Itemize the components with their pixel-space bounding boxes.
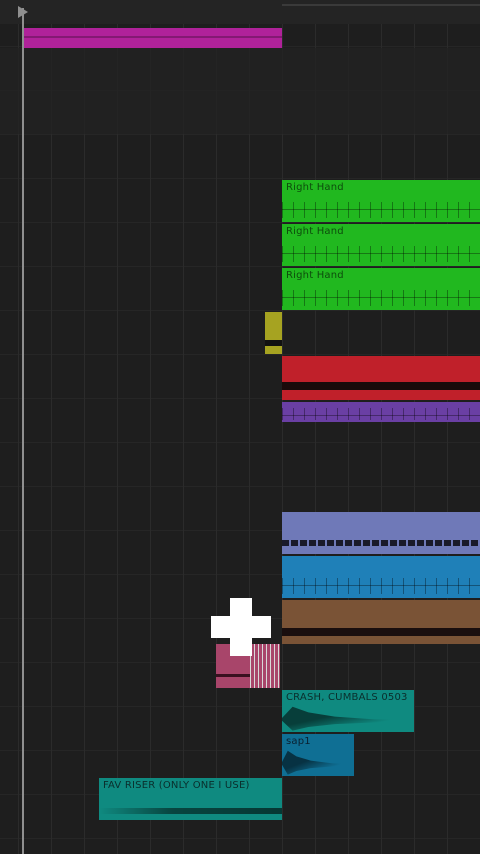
clip-brown[interactable] [282,600,480,644]
clip-clap[interactable]: sap1 [282,734,354,776]
empty-track-band [0,48,480,134]
clip-magenta[interactable] [22,28,282,48]
clip-olive[interactable] [265,312,282,354]
midi-notes [282,246,480,262]
clip-label: Right Hand [286,226,344,237]
playhead[interactable] [22,8,24,854]
clip-right-hand-3[interactable]: Right Hand [282,268,480,310]
clip-label: Right Hand [286,182,344,193]
midi-notes [282,290,480,306]
clip-right-hand-1[interactable]: Right Hand [282,180,480,222]
waveform [282,706,414,731]
clip-lavender[interactable] [282,512,480,554]
clip-right-hand-2[interactable]: Right Hand [282,224,480,266]
playhead-marker-icon[interactable] [18,6,28,18]
clip-purple[interactable] [282,402,480,422]
clip-blue[interactable] [282,556,480,598]
clip-fav-riser[interactable]: FAV RISER (ONLY ONE I USE) [99,778,282,820]
ruler-line [282,4,480,6]
clip-label: FAV RISER (ONLY ONE I USE) [103,780,250,791]
clip-crash-cymbals[interactable]: CRASH, CUMBALS 0503 [282,690,414,732]
clip-red[interactable] [282,356,480,400]
midi-notes [282,408,480,420]
clip-label: Right Hand [286,270,344,281]
waveform [282,750,354,775]
arrangement-view[interactable]: Right Hand Right Hand Right Hand CRASH, … [0,0,480,854]
timeline-ruler[interactable] [0,0,480,24]
midi-notes [282,578,480,594]
clip-label: sap1 [286,736,311,747]
clip-label: CRASH, CUMBALS 0503 [286,692,408,703]
midi-notes [282,202,480,218]
